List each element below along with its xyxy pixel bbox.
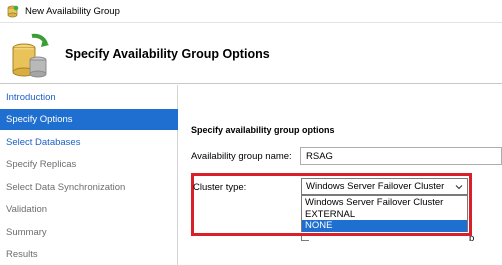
window-titlebar: New Availability Group: [0, 0, 502, 23]
dropdown-option-wsfc[interactable]: Windows Server Failover Cluster: [302, 197, 467, 209]
cluster-type-label: Cluster type:: [193, 182, 247, 193]
cluster-type-dropdown: Windows Server Failover Cluster EXTERNAL…: [301, 195, 468, 232]
sidebar-item-specify-replicas: Specify Replicas: [6, 159, 77, 170]
availability-group-icon: [7, 5, 19, 18]
page-header: Specify Availability Group Options: [0, 24, 502, 84]
dropdown-option-none[interactable]: NONE: [302, 220, 467, 232]
ag-name-label: Availability group name:: [191, 151, 292, 162]
sidebar-item-specify-options[interactable]: Specify Options: [0, 109, 178, 130]
database-sync-icon: [12, 33, 49, 78]
sidebar-item-results: Results: [6, 249, 38, 260]
window-title: New Availability Group: [25, 6, 120, 17]
section-title: Specify availability group options: [191, 125, 335, 135]
cluster-type-value: Windows Server Failover Cluster: [306, 181, 445, 192]
sidebar-item-summary: Summary: [6, 227, 47, 238]
sidebar-item-select-databases[interactable]: Select Databases: [0, 132, 178, 153]
chevron-down-icon[interactable]: [455, 183, 463, 191]
sidebar-item-introduction[interactable]: Introduction: [0, 87, 178, 108]
sidebar-item-select-data-synchronization: Select Data Synchronization: [6, 182, 126, 193]
cluster-type-select[interactable]: Windows Server Failover Cluster: [301, 178, 468, 195]
wizard-sidebar: Introduction Specify Options Select Data…: [0, 85, 178, 265]
partial-checkbox[interactable]: [301, 236, 309, 241]
sidebar-item-validation: Validation: [6, 204, 48, 215]
ag-name-input[interactable]: [300, 147, 502, 165]
page-title: Specify Availability Group Options: [65, 47, 270, 61]
partial-label-tail: p: [469, 233, 475, 241]
